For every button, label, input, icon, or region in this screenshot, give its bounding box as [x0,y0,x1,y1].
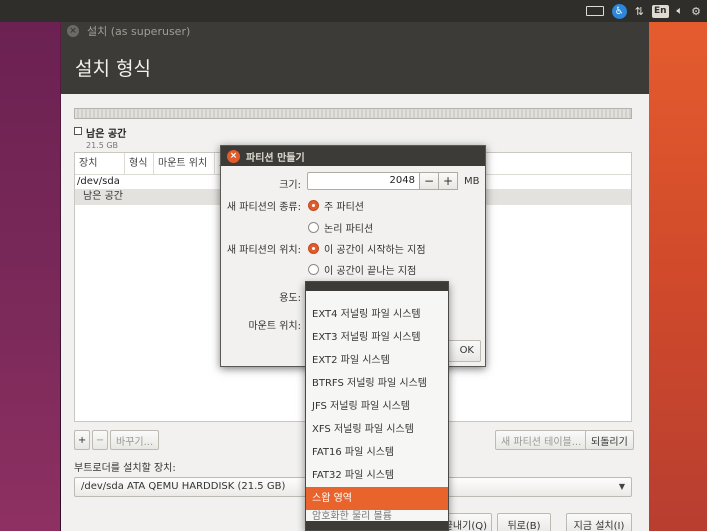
dialog-titlebar: × 파티션 만들기 [221,146,485,166]
column-header-mount[interactable]: 마운트 위치 [154,152,215,175]
mount-point-label: 마운트 위치: [248,321,301,332]
new-partition-table-button[interactable]: 새 파티션 테이블... [495,430,588,450]
menu-item-fat16[interactable]: FAT16 파일 시스템 [306,441,448,464]
menu-scroll-up[interactable] [306,282,448,291]
dialog-title: 파티션 만들기 [246,152,305,164]
filesystem-dropdown-menu[interactable]: EXT4 저널링 파일 시스템 EXT3 저널링 파일 시스템 EXT2 파일 … [305,281,449,531]
table-buttons: + − 바꾸기... [74,430,160,450]
radio-selected-icon [308,200,319,211]
add-partition-button[interactable]: + [74,430,90,450]
lang-indicator[interactable]: En [651,4,669,18]
volume-icon[interactable]: 🔈︎ [677,3,684,19]
partition-bar [74,108,632,119]
partition-type-label: 새 파티션의 종류: [226,202,301,213]
close-icon[interactable]: × [227,149,240,163]
page-title: 설치 형식 [61,40,649,94]
menu-item-ext2[interactable]: EXT2 파일 시스템 [306,349,448,372]
partition-legend: 남은 공간 21.5 GB [74,125,126,150]
change-partition-button[interactable]: 바꾸기... [110,430,160,450]
type-logical-radio[interactable]: 논리 파티션 [308,220,373,235]
menu-item-fat32[interactable]: FAT32 파일 시스템 [306,464,448,487]
location-end-radio[interactable]: 이 공간이 끝나는 지점 [308,262,416,277]
size-unit: MB [464,175,480,187]
size-label: 크기: [279,180,301,191]
remove-partition-button[interactable]: − [92,430,108,450]
column-header-device[interactable]: 장치 [75,152,125,175]
install-now-button[interactable]: 지금 설치(I) [566,513,632,531]
menu-scroll-down[interactable] [306,521,448,530]
use-as-label: 용도: [279,293,301,304]
bootloader-label: 부트로더를 설치할 장치: [74,463,176,474]
legend-swatch [74,127,82,135]
menu-item-jfs[interactable]: JFS 저널링 파일 시스템 [306,395,448,418]
bootloader-value: /dev/sda ATA QEMU HARDDISK (21.5 GB) [81,481,286,492]
radio-selected-icon [308,243,319,254]
size-input[interactable]: 2048 [307,172,420,190]
accessibility-icon[interactable]: ♿ [611,3,627,19]
decrease-size-button[interactable]: − [420,172,439,190]
top-panel: ♿ ⇅ En 🔈︎ ⚙ [0,0,707,22]
ok-button[interactable]: OK [447,340,481,362]
type-primary-label: 주 파티션 [324,202,364,213]
radio-icon [308,264,319,275]
column-header-type[interactable]: 형식 [125,152,154,175]
chevron-down-icon: ▼ [618,482,625,491]
close-icon[interactable]: × [67,25,79,37]
menu-item-xfs[interactable]: XFS 저널링 파일 시스템 [306,418,448,441]
type-primary-radio[interactable]: 주 파티션 [308,198,364,213]
desktop-wallpaper-right [647,22,707,531]
revert-button[interactable]: 되돌리기 [585,430,634,450]
increase-size-button[interactable]: + [439,172,458,190]
radio-icon [308,222,319,233]
legend-size: 21.5 GB [86,141,119,150]
window-titlebar: × 설치 (as superuser) [61,22,649,40]
location-end-label: 이 공간이 끝나는 지점 [324,266,417,277]
menu-item-btrfs[interactable]: BTRFS 저널링 파일 시스템 [306,372,448,395]
location-start-radio[interactable]: 이 공간이 시작하는 지점 [308,241,426,256]
location-start-label: 이 공간이 시작하는 지점 [324,245,426,256]
menu-item-ext4[interactable]: EXT4 저널링 파일 시스템 [306,303,448,326]
network-icon[interactable]: ⇅ [635,3,644,19]
keyboard-icon[interactable] [585,3,604,19]
type-logical-label: 논리 파티션 [324,224,374,235]
back-button[interactable]: 뒤로(B) [497,513,551,531]
menu-item-swap[interactable]: 스왑 영역 [306,487,448,510]
menu-item-ext3[interactable]: EXT3 저널링 파일 시스템 [306,326,448,349]
desktop-wallpaper-left [0,22,60,531]
window-title: 설치 (as superuser) [87,25,191,38]
size-control: 2048 − + MB [307,172,480,190]
partition-location-label: 새 파티션의 위치: [226,245,301,256]
power-gear-icon[interactable]: ⚙ [691,3,701,19]
legend-title: 남은 공간 [86,129,127,140]
